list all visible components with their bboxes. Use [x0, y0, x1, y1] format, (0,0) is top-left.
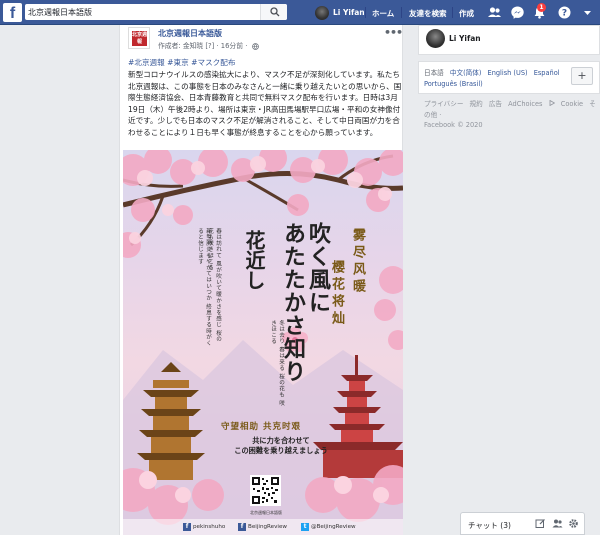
- friend-requests-icon[interactable]: [487, 5, 502, 20]
- social-handle-facebook-2: f BeijingReview: [238, 523, 287, 531]
- nav-divider: [452, 7, 453, 18]
- globe-icon: [251, 42, 259, 50]
- language-link[interactable]: English (US): [488, 69, 528, 77]
- qr-code: [250, 475, 281, 506]
- notification-count-badge: 1: [537, 3, 546, 12]
- nav-divider: [365, 7, 366, 18]
- footer-link-cookie[interactable]: Cookie: [561, 100, 583, 108]
- twitter-icon: t: [301, 523, 309, 531]
- facebook-icon: f: [183, 523, 191, 531]
- nav-profile-link[interactable]: Li Yifan: [315, 5, 365, 20]
- chat-settings-gear-icon[interactable]: [568, 518, 579, 529]
- page-name-link[interactable]: 北京週報日本語版: [158, 28, 222, 39]
- avatar: [426, 29, 445, 48]
- chat-label[interactable]: チャット (3): [468, 520, 511, 531]
- poster-haiku-line-3: 花近し: [242, 230, 266, 290]
- top-navigation-bar: f Li Yifan ホーム 友達を検索 作成 1 ?: [0, 0, 600, 25]
- news-feed-post: 北京週報 北京週報日本語版 作成者: 金知晓 [?] · 16分前 · ••• …: [119, 25, 403, 535]
- messenger-icon[interactable]: [510, 5, 525, 20]
- search-icon: [270, 7, 280, 17]
- facebook-logo-icon[interactable]: f: [3, 3, 22, 22]
- add-language-button[interactable]: +: [571, 67, 593, 85]
- social-handle-label: @BeijingReview: [311, 524, 356, 530]
- poster-small-text-2: 新型肺炎もやがてはいつか 終息する時がくると信じます: [197, 228, 211, 347]
- facebook-icon: f: [238, 523, 246, 531]
- poster-slogan-japanese: 共に力を合わせて この困難を乗り越えましょう: [231, 436, 331, 456]
- poster-slogan-line-2: この困難を乗り越えましょう: [234, 446, 328, 455]
- page-avatar-logo: 北京週報: [132, 31, 148, 46]
- sidebar-profile-card[interactable]: Li Yifan: [418, 25, 600, 55]
- avatar: [315, 5, 329, 20]
- footer-link-adchoices[interactable]: AdChoices: [508, 99, 555, 108]
- footer-links: プライバシー 規約 広告 AdChoices Cookie その他 ·: [424, 99, 600, 121]
- help-icon[interactable]: ?: [557, 5, 572, 20]
- language-link[interactable]: 中文(简体): [450, 69, 482, 77]
- page-avatar[interactable]: 北京週報: [128, 27, 150, 49]
- nav-create-link[interactable]: 作成: [459, 8, 474, 19]
- poster-chinese-line-1: 雾尽风暖: [350, 228, 365, 296]
- social-handle-label: BeijingReview: [248, 524, 287, 530]
- poster-social-bar: f pekinshuho f BeijingReview t @BeijingR…: [123, 519, 403, 535]
- footer-link-ads[interactable]: 広告: [489, 100, 502, 108]
- post-options-icon[interactable]: •••: [384, 26, 403, 39]
- search-box[interactable]: [25, 4, 287, 20]
- qr-caption: 北京週報日本語版: [250, 510, 282, 515]
- post-meta: 作成者: 金知晓 [?] · 16分前 ·: [158, 40, 259, 50]
- nav-find-friends-link[interactable]: 友達を検索: [409, 8, 447, 19]
- language-current: 日本語: [424, 69, 444, 77]
- post-meta-text: 作成者: 金知晓 [?] · 16分前 ·: [158, 42, 248, 50]
- search-button[interactable]: [260, 4, 287, 20]
- chat-bar[interactable]: チャット (3): [460, 512, 585, 535]
- nav-home-link[interactable]: ホーム: [372, 8, 394, 19]
- new-group-icon[interactable]: [552, 518, 563, 529]
- sidebar-user-name[interactable]: Li Yifan: [449, 34, 481, 43]
- poster-slogan-chinese: 守望相助 共克时艰: [221, 422, 301, 432]
- nav-user-name: Li Yifan: [333, 8, 365, 17]
- social-handle-twitter: t @BeijingReview: [301, 523, 356, 531]
- new-message-icon[interactable]: [535, 518, 546, 529]
- poster-slogan-line-1: 共に力を合わせて: [252, 436, 310, 445]
- post-body-text: 新型コロナウイルスの感染拡大により、マスク不足が深刻化しています。私たち北京週報…: [128, 70, 402, 137]
- post-poster-image[interactable]: 吹く風に あたたかさ知り 花近し 雾尽风暖 樱花将灿 春は訪れて 風が吹いて暖か…: [123, 150, 403, 535]
- language-list: 日本語 中文(简体) English (US) Español Portuguê…: [424, 68, 574, 90]
- post-hashtags[interactable]: #北京週報 #東京 #マスク配布: [128, 57, 400, 68]
- social-handle-label: pekinshuho: [193, 524, 226, 530]
- search-input[interactable]: [28, 5, 258, 19]
- adchoices-icon: [549, 99, 555, 107]
- account-menu-caret-icon[interactable]: [580, 5, 595, 20]
- poster-small-text-3: 冬は去り 春は来る 桜の花も 咲きほこる: [270, 320, 284, 407]
- footer-link-privacy[interactable]: プライバシー: [424, 100, 463, 108]
- language-selector-card: 日本語 中文(简体) English (US) Español Portuguê…: [418, 61, 600, 94]
- copyright-text: Facebook © 2020: [424, 121, 483, 129]
- language-link[interactable]: Português (Brasil): [424, 80, 483, 88]
- nav-divider: [401, 7, 402, 18]
- poster-chinese-line-2: 樱花将灿: [329, 260, 344, 328]
- social-handle-facebook-1: f pekinshuho: [183, 523, 225, 531]
- svg-text:?: ?: [562, 9, 567, 19]
- footer-link-terms[interactable]: 規約: [470, 100, 483, 108]
- language-link[interactable]: Español: [534, 69, 560, 77]
